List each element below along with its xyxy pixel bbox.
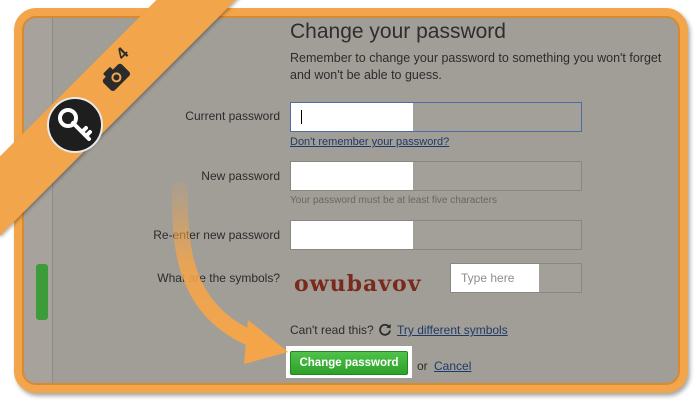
current-password-field[interactable] [290,102,582,132]
change-password-button[interactable]: Change password [290,351,408,375]
refresh-icon[interactable] [378,322,392,336]
or-text: or [417,359,428,373]
new-password-label: New password [201,169,280,183]
captcha-field[interactable]: Type here [450,263,582,293]
reenter-password-label: Re-enter new password [153,228,280,242]
current-password-input-area[interactable] [291,103,413,131]
page-description: Remember to change your password to some… [290,51,662,82]
captcha-input-area[interactable]: Type here [451,264,539,292]
captcha-placeholder: Type here [461,271,515,285]
submit-highlight: Change password [286,346,412,378]
cancel-link[interactable]: Cancel [434,359,471,373]
current-password-label: Current password [185,109,280,123]
left-strip-divider [52,16,53,385]
page-title: Change your password [290,20,506,43]
password-hint: Your password must be at least five char… [290,195,497,206]
new-password-field[interactable] [290,161,582,191]
cant-read-text: Can't read this? [290,323,374,337]
tutorial-frame: Change your password Remember to change … [14,8,688,393]
side-tab[interactable] [36,264,48,320]
reenter-password-field[interactable] [290,220,582,250]
reenter-password-input-area[interactable] [291,221,413,249]
captcha-image: owubavov [294,271,422,297]
new-password-input-area[interactable] [291,162,413,190]
try-different-symbols-link[interactable]: Try different symbols [397,323,508,337]
text-cursor [301,110,302,124]
forgot-password-link[interactable]: Don't remember your password? [290,136,449,148]
captcha-label: What are the symbols? [157,271,280,285]
left-strip [22,16,52,385]
